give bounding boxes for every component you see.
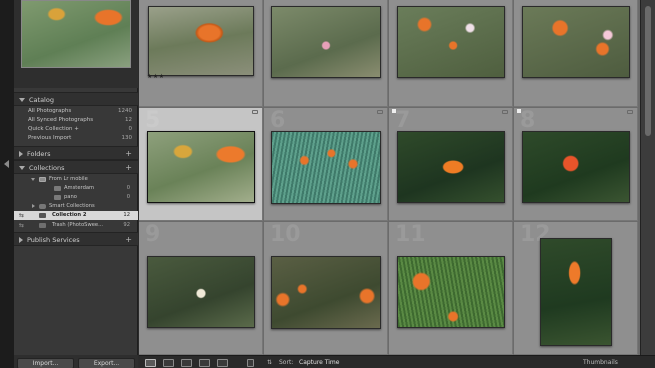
photo-thumbnail[interactable] — [397, 6, 505, 78]
photo-thumbnail[interactable] — [397, 256, 505, 328]
survey-view-icon[interactable] — [199, 359, 210, 367]
sort-direction-icon[interactable]: ⇅ — [267, 358, 272, 368]
grid-cell-selected[interactable]: 5 — [139, 108, 263, 221]
photo-thumbnail[interactable] — [147, 256, 255, 328]
cell-index: 9 — [145, 222, 161, 247]
thumbnail-grid: ★★★ 5 6 7 8 9 10 11 12 — [139, 0, 640, 355]
collection-trash-photosweeper[interactable]: ⇆ Trash (PhotoSwee... 92 — [14, 221, 138, 230]
import-button[interactable]: Import... — [17, 358, 74, 368]
spray-can-icon[interactable] — [247, 359, 254, 367]
collections-section-header[interactable]: Collections + — [14, 160, 138, 174]
collection-icon — [39, 213, 46, 218]
add-collection-icon[interactable]: + — [125, 161, 132, 175]
grid-scrollbar[interactable] — [640, 0, 655, 355]
catalog-title: Catalog — [29, 96, 54, 104]
grid-cell[interactable]: 8 — [514, 108, 638, 221]
cell-index: 7 — [395, 108, 411, 133]
grid-cell[interactable] — [514, 0, 638, 107]
expand-triangle-icon[interactable] — [31, 178, 35, 181]
grid-cell[interactable]: 6 — [264, 108, 388, 221]
sort-value[interactable]: Capture Time — [299, 358, 339, 368]
flag-icon[interactable] — [502, 110, 508, 114]
grid-cell[interactable]: 9 — [139, 222, 263, 355]
folders-section-header[interactable]: Folders + — [14, 146, 138, 160]
publish-services-section-header[interactable]: Publish Services + — [14, 232, 138, 246]
navigator-panel — [14, 0, 138, 88]
catalog-section-header[interactable]: Catalog — [14, 92, 138, 106]
grid-cell[interactable]: 12 — [514, 222, 638, 355]
collection-collection-2[interactable]: ⇆ Collection 2 12 — [14, 211, 138, 220]
left-panel-footer: Import... Export... — [14, 355, 138, 368]
people-view-icon[interactable] — [217, 359, 228, 367]
folders-title: Folders — [27, 150, 51, 158]
grid-cell[interactable] — [264, 0, 388, 107]
grid-cell[interactable] — [389, 0, 513, 107]
collection-icon — [54, 195, 61, 200]
export-button[interactable]: Export... — [78, 358, 135, 368]
collapse-triangle-icon[interactable] — [19, 237, 23, 243]
marker-icon — [517, 109, 521, 113]
photo-thumbnail[interactable] — [148, 6, 254, 76]
left-edge-strip[interactable] — [0, 0, 14, 368]
sort-label: Sort: — [279, 359, 294, 366]
collections-title: Collections — [29, 164, 65, 172]
navigator-preview-image[interactable] — [21, 0, 131, 68]
photo-thumbnail[interactable] — [271, 256, 381, 329]
lightroom-library-window: Catalog All Photographs 1240 All Synced P… — [0, 0, 655, 368]
compare-view-icon[interactable] — [181, 359, 192, 367]
smart-collection-set-icon — [39, 204, 46, 209]
flag-icon[interactable] — [627, 110, 633, 114]
cell-index: 5 — [145, 108, 161, 133]
loupe-view-icon[interactable] — [163, 359, 174, 367]
collection-icon — [54, 186, 61, 191]
marker-icon — [392, 109, 396, 113]
cell-index: 6 — [270, 108, 286, 133]
cell-index: 8 — [520, 108, 536, 133]
grid-cell[interactable]: ★★★ — [139, 0, 263, 107]
cell-index: 11 — [395, 222, 426, 247]
expand-triangle-icon[interactable] — [19, 98, 25, 102]
collection-set-from-lr-mobile[interactable]: From Lr mobile — [14, 175, 138, 184]
collapse-panel-arrow-icon[interactable] — [4, 160, 9, 168]
collection-pano[interactable]: pano 0 — [14, 193, 138, 202]
photo-thumbnail[interactable] — [522, 131, 630, 203]
catalog-item-all-synced[interactable]: All Synced Photographs 12 — [14, 116, 138, 125]
collapse-triangle-icon[interactable] — [32, 204, 35, 208]
flag-icon[interactable] — [377, 110, 383, 114]
photo-thumbnail[interactable] — [271, 131, 381, 204]
grid-cell[interactable]: 10 — [264, 222, 388, 355]
cell-index: 10 — [270, 222, 301, 247]
collapse-triangle-icon[interactable] — [19, 151, 23, 157]
add-folder-icon[interactable]: + — [125, 147, 132, 161]
photo-thumbnail[interactable] — [147, 131, 255, 203]
photo-thumbnail[interactable] — [540, 238, 612, 346]
collection-set-icon — [39, 177, 46, 182]
photo-thumbnail[interactable] — [271, 6, 381, 78]
photo-thumbnail[interactable] — [522, 6, 630, 78]
publish-services-title: Publish Services — [27, 236, 80, 244]
grid-cell[interactable]: 7 — [389, 108, 513, 221]
catalog-item-quick-collection[interactable]: Quick Collection +0 — [14, 125, 138, 134]
collection-amsterdam[interactable]: Amsterdam 0 — [14, 184, 138, 193]
catalog-item-previous-import[interactable]: Previous Import 130 — [14, 134, 138, 143]
add-publish-service-icon[interactable]: + — [125, 233, 132, 247]
collection-icon — [39, 223, 46, 228]
photo-thumbnail[interactable] — [397, 131, 505, 203]
scrollbar-thumb[interactable] — [645, 6, 651, 136]
grid-view-icon[interactable] — [145, 359, 156, 367]
catalog-item-all-photographs[interactable]: All Photographs 1240 — [14, 107, 138, 116]
expand-triangle-icon[interactable] — [19, 166, 25, 170]
thumbnails-size-label: Thumbnails — [583, 359, 618, 366]
star-rating[interactable]: ★★★ — [147, 73, 165, 80]
flag-icon[interactable] — [252, 110, 258, 114]
sync-icon: ⇆ — [19, 222, 25, 229]
collection-set-smart-collections[interactable]: Smart Collections — [14, 202, 138, 211]
grid-cell[interactable]: 11 — [389, 222, 513, 355]
sync-icon: ⇆ — [19, 212, 25, 219]
left-panel: Catalog All Photographs 1240 All Synced P… — [14, 0, 138, 368]
library-toolbar: ⇅ Sort: Capture Time Thumbnails — [139, 355, 655, 368]
